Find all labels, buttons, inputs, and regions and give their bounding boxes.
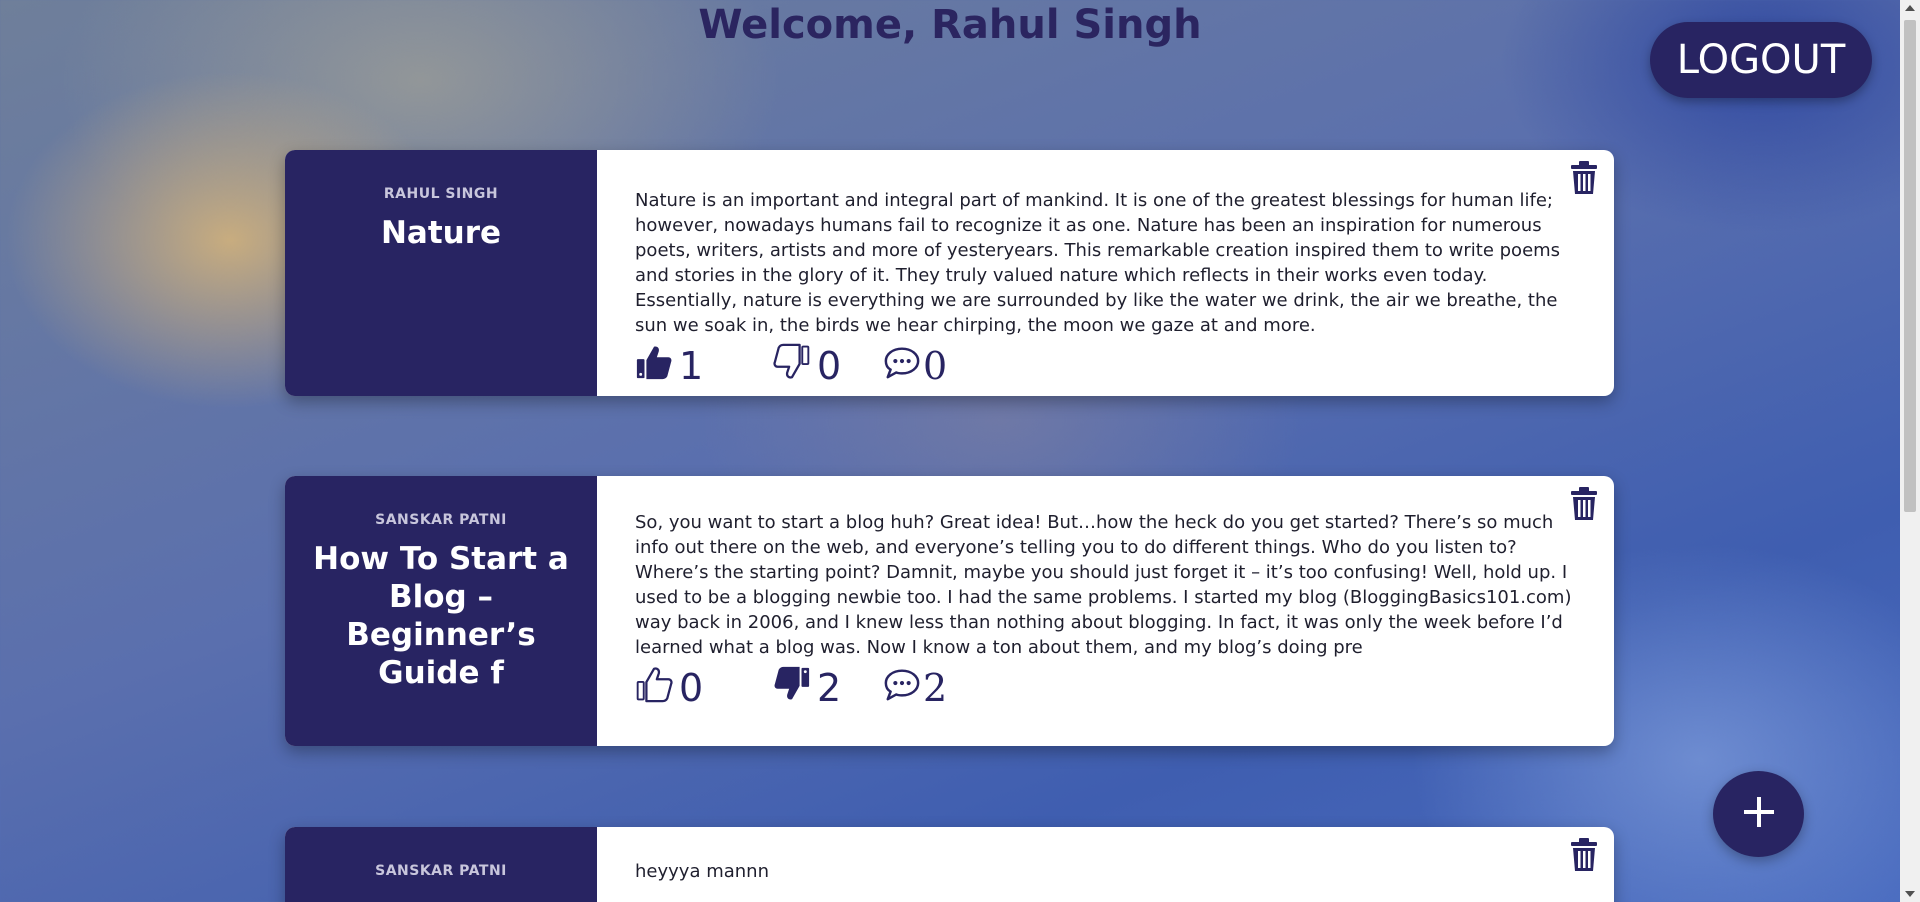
add-post-button[interactable] <box>1713 771 1804 857</box>
page-title: Welcome, Rahul Singh <box>698 2 1202 48</box>
post-card: SANSKAR PATNI How To Start a Blog – Begi… <box>285 476 1614 746</box>
post-content: Nature is an important and integral part… <box>597 150 1614 396</box>
comment-button[interactable]: 2 <box>883 665 947 712</box>
like-count: 0 <box>679 666 704 710</box>
thumbs-down-icon <box>773 343 811 390</box>
post-actions: 1 0 0 <box>635 343 1574 388</box>
trash-icon[interactable] <box>1568 837 1600 873</box>
dislike-button[interactable]: 2 <box>773 665 883 712</box>
scroll-thumb[interactable] <box>1904 20 1916 512</box>
scroll-up-arrow[interactable] <box>1905 5 1915 11</box>
post-content: So, you want to start a blog huh? Great … <box>597 476 1614 746</box>
post-author: SANSKAR PATNI <box>375 863 507 879</box>
post-title[interactable]: Nature <box>311 214 571 252</box>
comment-count: 0 <box>923 344 948 388</box>
scroll-down-arrow[interactable] <box>1905 891 1915 897</box>
plus-icon <box>1741 794 1777 834</box>
dislike-button[interactable]: 0 <box>773 343 883 390</box>
post-body: Nature is an important and integral part… <box>635 190 1561 336</box>
post-header-panel: RAHUL SINGH Nature <box>285 150 597 396</box>
post-card: SANSKAR PATNI heyyya mannn <box>285 827 1614 902</box>
like-count: 1 <box>679 344 704 388</box>
post-header-panel: SANSKAR PATNI How To Start a Blog – Begi… <box>285 476 597 746</box>
post-header-panel: SANSKAR PATNI <box>285 827 597 902</box>
comment-icon <box>883 343 921 390</box>
comment-icon <box>883 665 921 712</box>
thumbs-up-icon <box>635 343 673 390</box>
comment-button[interactable]: 0 <box>883 343 947 390</box>
thumbs-up-icon <box>635 665 673 712</box>
thumbs-down-icon <box>773 665 811 712</box>
post-title[interactable]: How To Start a Blog – Beginner’s Guide f <box>311 540 571 692</box>
post-card: RAHUL SINGH Nature Nature is an importan… <box>285 150 1614 396</box>
post-author: SANSKAR PATNI <box>375 512 507 528</box>
like-button[interactable]: 0 <box>635 665 773 712</box>
dislike-count: 0 <box>817 344 842 388</box>
vertical-scrollbar[interactable] <box>1900 0 1920 902</box>
comment-count: 2 <box>923 666 948 710</box>
post-actions: 0 2 2 <box>635 666 1574 710</box>
like-button[interactable]: 1 <box>635 343 773 390</box>
trash-icon[interactable] <box>1568 160 1600 196</box>
trash-icon[interactable] <box>1568 486 1600 522</box>
logout-button[interactable]: LOGOUT <box>1650 22 1872 98</box>
post-author: RAHUL SINGH <box>383 186 499 202</box>
post-body: So, you want to start a blog huh? Great … <box>635 512 1572 658</box>
post-body: heyyya mannn <box>635 861 769 882</box>
post-content: heyyya mannn <box>597 827 1614 902</box>
dislike-count: 2 <box>817 666 842 710</box>
